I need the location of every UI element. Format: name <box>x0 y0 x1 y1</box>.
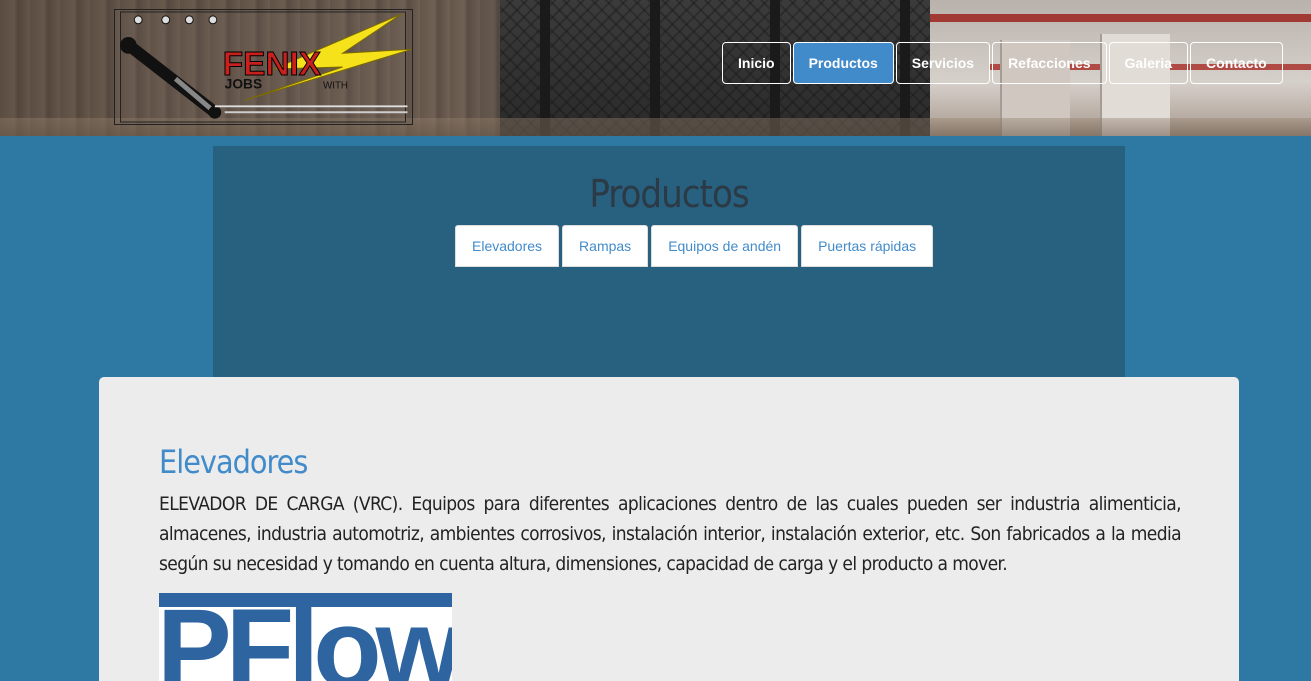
svg-text:JOBS: JOBS <box>225 77 262 92</box>
section-description: ELEVADOR DE CARGA (VRC). Equipos para di… <box>159 493 1182 575</box>
product-tabs: Elevadores Rampas Equipos de andén Puert… <box>455 225 934 267</box>
brand-logo-text: PFlow <box>159 593 452 681</box>
header-banner: FENIX JOBS WITH Inicio Productos Servici… <box>0 0 1311 136</box>
nav-item-productos[interactable]: Productos <box>792 42 894 84</box>
nav-item-inicio[interactable]: Inicio <box>722 42 791 84</box>
svg-text:WITH: WITH <box>323 81 348 92</box>
nav-item-galeria[interactable]: Galeria <box>1108 42 1189 84</box>
logo-graphic: FENIX JOBS WITH <box>120 11 412 123</box>
nav-item-refacciones[interactable]: Refacciones <box>992 42 1107 84</box>
page-title: Productos <box>589 172 749 216</box>
main-nav: Inicio Productos Servicios Refacciones G… <box>722 42 1283 84</box>
section-title: Elevadores <box>159 443 308 481</box>
site-logo[interactable]: FENIX JOBS WITH <box>114 9 413 125</box>
nav-item-contacto[interactable]: Contacto <box>1190 42 1283 84</box>
content-card: Elevadores ELEVADOR DE CARGA (VRC). Equi… <box>99 377 1239 681</box>
pflow-brand-logo[interactable]: PFlow <box>159 593 452 681</box>
tab-elevadores[interactable]: Elevadores <box>455 225 560 267</box>
tab-rampas[interactable]: Rampas <box>562 225 649 267</box>
tab-puertas-rapidas[interactable]: Puertas rápidas <box>801 225 934 267</box>
tab-equipos-de-anden[interactable]: Equipos de andén <box>651 225 799 267</box>
products-panel: Productos Elevadores Rampas Equipos de a… <box>213 146 1125 377</box>
nav-item-servicios[interactable]: Servicios <box>895 42 991 84</box>
